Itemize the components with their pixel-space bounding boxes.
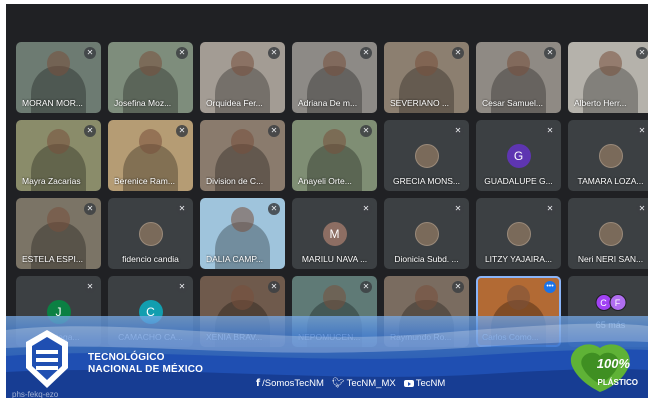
mic-off-icon: ✕ — [176, 125, 188, 137]
participant-name: Berenice Ram... — [114, 176, 175, 186]
mic-off-icon: ✕ — [452, 281, 464, 293]
participant-tile[interactable]: ✕ Cesar Samuel... — [476, 42, 561, 113]
mic-off-icon: ✕ — [452, 125, 464, 137]
more-participants-avatars: CF — [595, 294, 626, 311]
mic-off-icon: ✕ — [84, 125, 96, 137]
participant-tile[interactable]: ✕ Neri NERI SAN... — [568, 198, 648, 269]
participant-name: ESTELA ESPI... — [22, 254, 83, 264]
participant-tile[interactable]: ✕ Anayeli Orte... — [292, 120, 377, 191]
mic-off-icon: ✕ — [268, 125, 280, 137]
participant-avatar: F — [609, 294, 626, 311]
mic-off-icon: ✕ — [636, 125, 648, 137]
mic-off-icon: ✕ — [544, 203, 556, 215]
mic-off-icon: ✕ — [268, 281, 280, 293]
mic-off-icon: ✕ — [544, 125, 556, 137]
participant-tile[interactable]: ✕ Josefina Moz... — [108, 42, 193, 113]
participant-name: Anayeli Orte... — [298, 176, 352, 186]
youtube-handle: TecNM — [403, 378, 446, 389]
facebook-icon: f — [256, 378, 261, 389]
participant-name: MORAN MOR... — [22, 98, 83, 108]
participant-tile[interactable]: ✕ ESTELA ESPI... — [16, 198, 101, 269]
participant-name: Division de C... — [206, 176, 264, 186]
speaking-indicator-icon: ••• — [544, 281, 556, 293]
mic-off-icon: ✕ — [176, 47, 188, 59]
mic-off-icon: ✕ — [84, 281, 96, 293]
brand-line-2: NACIONAL DE MÉXICO — [88, 364, 204, 375]
participant-tile[interactable]: M ✕ MARILU NAVA ... — [292, 198, 377, 269]
participant-avatar — [138, 222, 163, 246]
participant-tile[interactable]: ✕ Berenice Ram... — [108, 120, 193, 191]
participant-tile[interactable]: ✕ fidencio candia — [108, 198, 193, 269]
participant-avatar: G — [506, 144, 531, 168]
participant-tile[interactable]: G ✕ GUADALUPE G... — [476, 120, 561, 191]
twitter-handle: 🐦︎ TecNM_MX — [332, 378, 396, 389]
participant-tile[interactable]: ✕ LITZY YAJAIRA... — [476, 198, 561, 269]
participant-name: Adriana De m... — [298, 98, 358, 108]
twitter-label: TecNM_MX — [346, 378, 396, 389]
participant-tile[interactable]: ✕ Dionicia Subd. ... — [384, 198, 469, 269]
facebook-handle: f /SomosTecNM — [256, 378, 324, 389]
youtube-label: TecNM — [415, 378, 446, 389]
participant-tile[interactable]: ✕ Alberto Herr... — [568, 42, 648, 113]
facebook-label: /SomosTecNM — [262, 378, 324, 389]
mic-off-icon: ✕ — [176, 281, 188, 293]
participant-name: fidencio candia — [122, 254, 179, 264]
mic-off-icon: ✕ — [176, 203, 188, 215]
participant-name: MARILU NAVA ... — [301, 254, 368, 264]
mic-off-icon: ✕ — [360, 281, 372, 293]
twitter-icon: 🐦︎ — [331, 378, 345, 389]
participant-tile[interactable]: ✕ Division de C... — [200, 120, 285, 191]
mic-off-icon: ✕ — [268, 203, 280, 215]
participant-avatar — [598, 144, 623, 168]
badge-percent: 100% — [596, 356, 630, 371]
mic-off-icon: ✕ — [268, 47, 280, 59]
participant-name: GUADALUPE G... — [484, 176, 553, 186]
participant-tile[interactable]: ✕ MORAN MOR... — [16, 42, 101, 113]
mic-off-icon: ✕ — [636, 203, 648, 215]
badge-word: PLÁSTICO — [597, 378, 638, 387]
brand-line-1: TECNOLÓGICO — [88, 352, 165, 363]
participant-name: Mayra Zacarias — [22, 176, 81, 186]
mic-off-icon: ✕ — [544, 47, 556, 59]
participant-avatar: M — [322, 222, 347, 246]
participant-name: Alberto Herr... — [574, 98, 627, 108]
tecnm-logo-icon — [26, 330, 68, 388]
participant-tile[interactable]: ✕ SEVERIANO ... — [384, 42, 469, 113]
participant-avatar — [506, 222, 531, 246]
participant-tile[interactable]: ✕ Adriana De m... — [292, 42, 377, 113]
tecnm-banner: TECNOLÓGICO NACIONAL DE MÉXICO f /SomosT… — [6, 316, 648, 398]
participant-name: TAMARA LOZA... — [577, 176, 644, 186]
mic-off-icon: ✕ — [360, 125, 372, 137]
youtube-icon — [403, 380, 414, 387]
participant-tile[interactable]: ✕ GRECIA MONS... — [384, 120, 469, 191]
participant-tile[interactable]: ✕ Orquidea Fer... — [200, 42, 285, 113]
participant-tile[interactable]: ✕ TAMARA LOZA... — [568, 120, 648, 191]
participant-name: Josefina Moz... — [114, 98, 172, 108]
mic-off-icon: ✕ — [84, 47, 96, 59]
participant-avatar — [414, 222, 439, 246]
participant-name: DALIA CAMP... — [206, 254, 264, 264]
participant-tile[interactable]: ✕ DALIA CAMP... — [200, 198, 285, 269]
participant-name: Dionicia Subd. ... — [394, 254, 459, 264]
participant-grid: ✕ MORAN MOR... ✕ Josefina Moz... ✕ Orquidea F… — [16, 42, 648, 347]
participant-name: LITZY YAJAIRA... — [484, 254, 553, 264]
participant-name: SEVERIANO ... — [390, 98, 450, 108]
meet-stage: ✕ MORAN MOR... ✕ Josefina Moz... ✕ Orquidea F… — [6, 4, 648, 398]
mic-off-icon: ✕ — [84, 203, 96, 215]
mic-off-icon: ✕ — [452, 203, 464, 215]
mic-off-icon: ✕ — [636, 47, 648, 59]
participant-tile[interactable]: ✕ Mayra Zacarias — [16, 120, 101, 191]
participant-name: Cesar Samuel... — [482, 98, 543, 108]
mic-off-icon: ✕ — [360, 203, 372, 215]
social-handles: f /SomosTecNM 🐦︎ TecNM_MX TecNM — [256, 378, 445, 389]
meeting-code: phs-fekq-ezo — [12, 390, 59, 398]
participant-avatar — [598, 222, 623, 246]
participant-avatar — [414, 144, 439, 168]
participant-name: Neri NERI SAN... — [577, 254, 644, 264]
mic-off-icon: ✕ — [452, 47, 464, 59]
participant-name: GRECIA MONS... — [392, 176, 461, 186]
participant-name: Orquidea Fer... — [206, 98, 263, 108]
mic-off-icon: ✕ — [360, 47, 372, 59]
